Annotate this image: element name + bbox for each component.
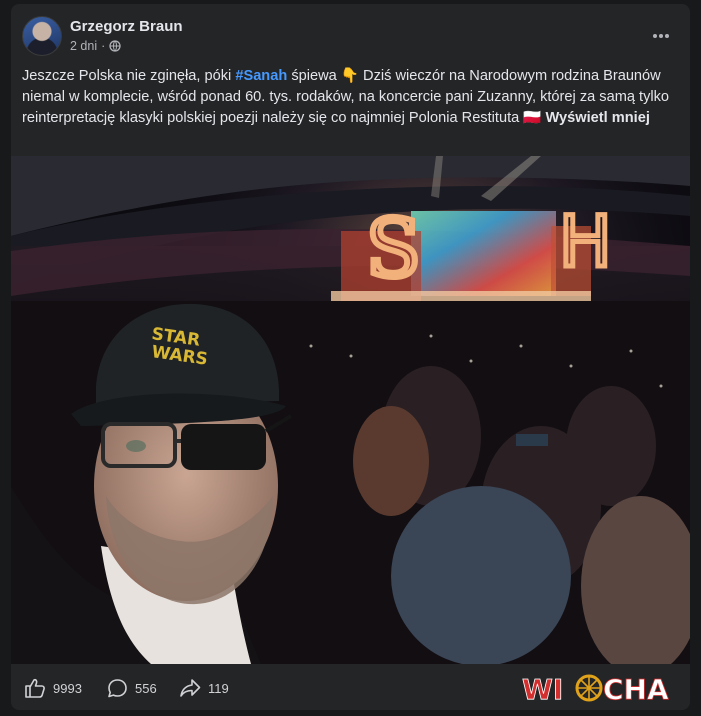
post-actions: 9993 556 119 WI CHA <box>11 668 690 708</box>
post-text-part: śpiewa <box>287 68 341 84</box>
meta-separator: · <box>101 39 106 53</box>
share-icon <box>180 679 201 697</box>
stage-letter-h: H <box>559 201 612 283</box>
concert-selfie-image: S H STAR WARS <box>11 156 690 664</box>
share-button[interactable]: 119 <box>179 678 229 698</box>
like-count: 9993 <box>53 680 82 696</box>
author-name[interactable]: Grzegorz Braun <box>70 18 183 35</box>
post-card: Grzegorz Braun 2 dni · Jeszcze Polska ni… <box>11 4 690 710</box>
more-horizontal-icon <box>653 34 669 38</box>
comment-button[interactable]: 556 <box>107 678 157 698</box>
pointing-down-emoji: 👇 <box>340 68 359 84</box>
polish-flag-emoji: 🇵🇱 <box>523 110 542 126</box>
watermark-text-left: WI <box>522 673 563 705</box>
post-header: Grzegorz Braun 2 dni · <box>22 16 680 58</box>
hashtag-link[interactable]: #Sanah <box>235 68 287 84</box>
post-text: Jeszcze Polska nie zginęła, póki #Sanah … <box>22 66 677 129</box>
post-time[interactable]: 2 dni <box>70 39 97 53</box>
post-photo[interactable]: S H STAR WARS <box>11 156 690 664</box>
globe-icon <box>109 40 121 52</box>
more-options-button[interactable] <box>652 26 670 40</box>
thumbs-up-icon <box>25 678 45 698</box>
comment-count: 556 <box>135 680 157 696</box>
post-text-part: Jeszcze Polska nie zginęła, póki <box>22 68 236 84</box>
see-less-link[interactable]: Wyświetl mniej <box>546 110 650 126</box>
post-meta: 2 dni · <box>70 39 121 53</box>
like-button[interactable]: 9993 <box>24 678 82 698</box>
comment-icon <box>108 679 127 698</box>
watermark-text-right: CHA <box>603 673 669 705</box>
author-avatar[interactable] <box>22 16 62 56</box>
share-count: 119 <box>208 680 229 696</box>
stage-letter-s: S <box>366 202 421 295</box>
wiocha-watermark-logo: WI CHA <box>522 673 669 705</box>
